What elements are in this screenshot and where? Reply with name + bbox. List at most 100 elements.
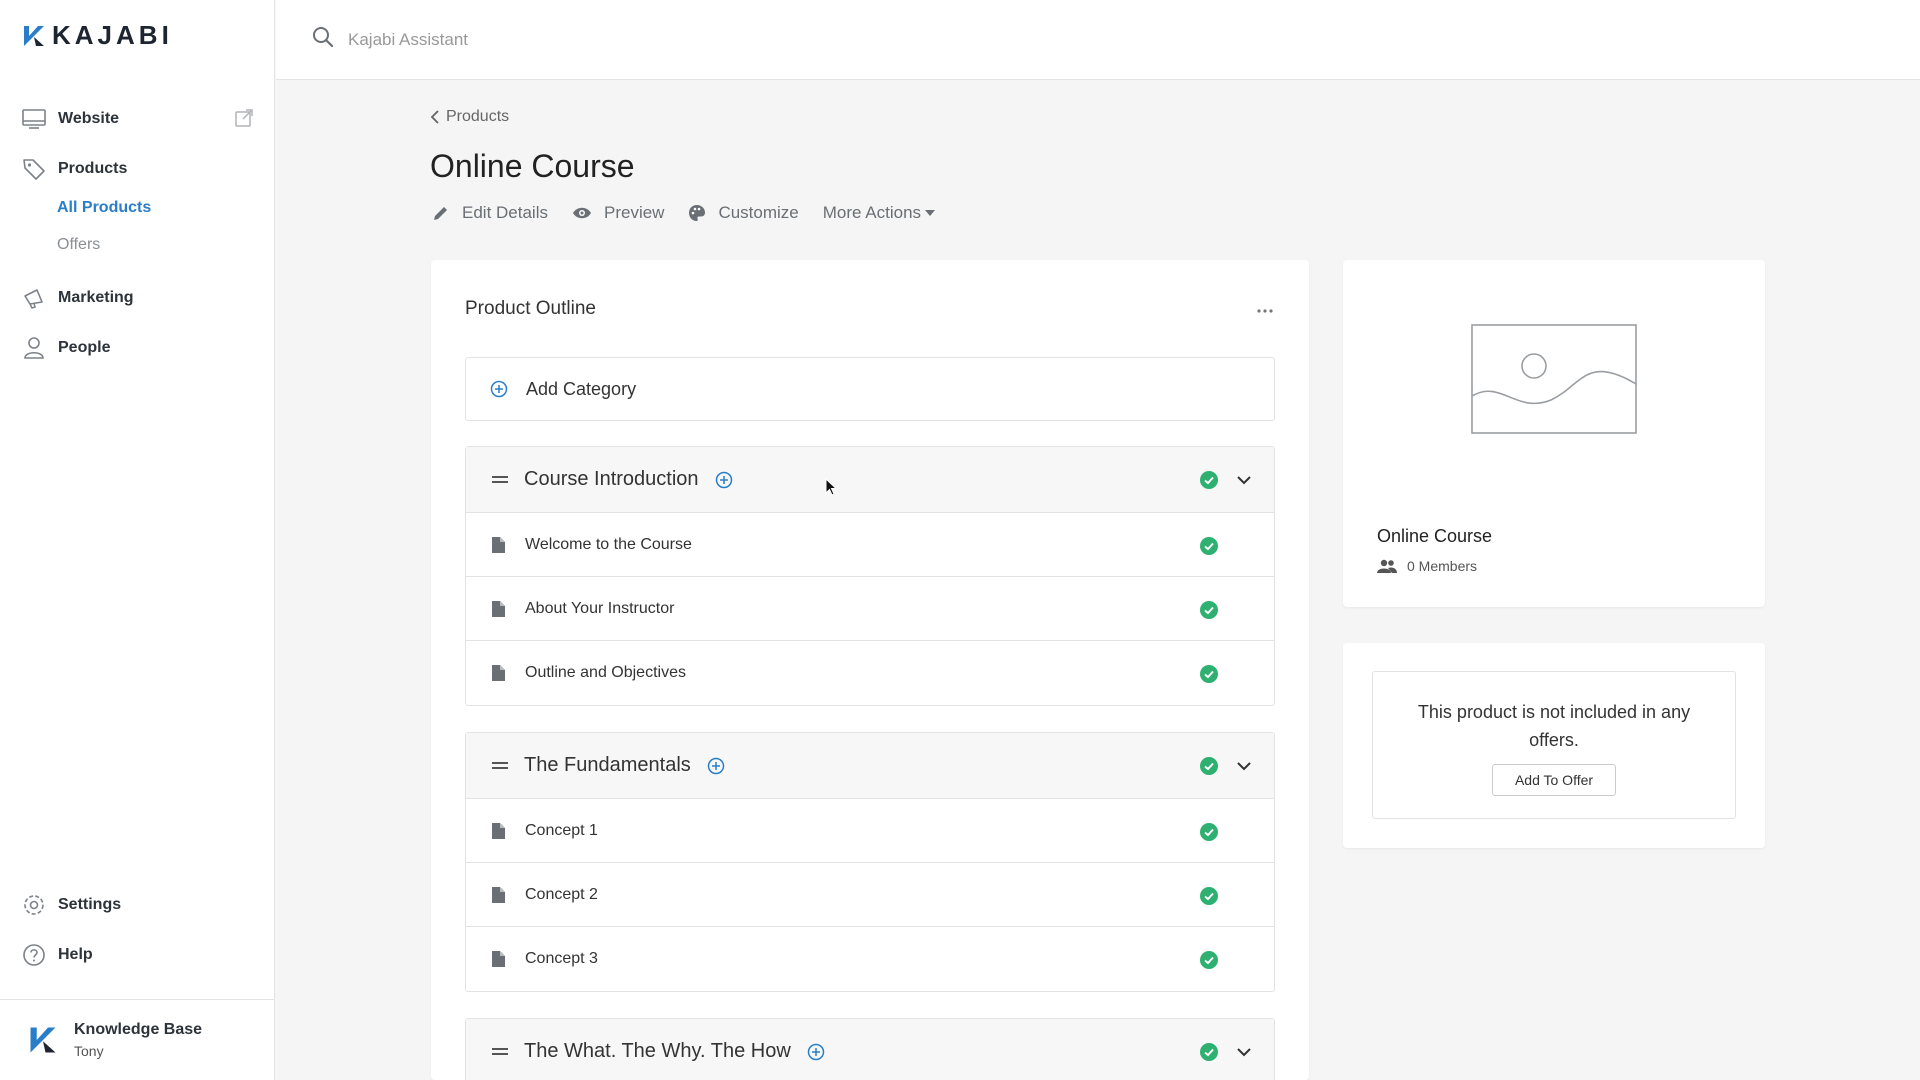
kajabi-k-icon <box>30 1027 56 1053</box>
category-header[interactable]: The Fundamentals <box>466 733 1274 799</box>
lesson-title: About Your Instructor <box>525 599 675 617</box>
palette-icon <box>688 204 706 222</box>
lesson-title: Concept 2 <box>525 885 598 903</box>
edit-details-label: Edit Details <box>462 203 548 222</box>
external-link-icon[interactable] <box>234 108 254 133</box>
sidebar-item-label: Marketing <box>58 289 134 306</box>
page-title: Online Course <box>430 148 635 184</box>
category-course-introduction: Course Introduction Welcome to the Cours… <box>465 446 1275 706</box>
sidebar-item-marketing[interactable]: Marketing <box>22 283 254 313</box>
add-post-icon[interactable] <box>807 1043 825 1061</box>
sidebar-item-label: Products <box>58 160 128 177</box>
add-post-icon[interactable] <box>715 471 733 489</box>
lesson-row[interactable]: Concept 3 <box>466 927 1274 991</box>
knowledge-base-footer[interactable]: Knowledge Base Tony <box>0 999 275 1080</box>
image-placeholder-icon[interactable] <box>1471 324 1637 439</box>
brand-name: KAJABI <box>52 20 173 50</box>
chevron-down-icon[interactable] <box>1236 472 1252 490</box>
offers-card: This product is not included in any offe… <box>1343 643 1765 848</box>
published-check-icon <box>1200 665 1218 688</box>
gear-icon <box>22 893 46 917</box>
offers-empty-state: This product is not included in any offe… <box>1372 671 1736 819</box>
lesson-row[interactable]: About Your Instructor <box>466 577 1274 641</box>
more-actions-dropdown[interactable]: More Actions <box>823 203 936 223</box>
preview-button[interactable]: Preview <box>572 203 664 223</box>
published-check-icon <box>1200 601 1218 624</box>
add-category-button[interactable]: Add Category <box>465 357 1275 421</box>
published-check-icon <box>1200 823 1218 846</box>
add-post-icon[interactable] <box>707 757 725 775</box>
sidebar-item-label: Settings <box>58 896 122 913</box>
document-icon <box>492 600 505 617</box>
product-title: Online Course <box>1377 526 1493 546</box>
user-name: Tony <box>74 1043 104 1059</box>
category-the-what-the-why-the-how: The What. The Why. The How <box>465 1018 1275 1080</box>
category-title: The Fundamentals <box>524 754 691 776</box>
outline-title: Product Outline <box>465 298 596 319</box>
sidebar-item-people[interactable]: People <box>22 333 254 363</box>
customize-label: Customize <box>718 203 799 222</box>
sidebar-item-products[interactable]: Products <box>22 154 254 184</box>
drag-handle-icon[interactable] <box>492 475 508 484</box>
chevron-left-icon <box>430 110 439 124</box>
lesson-title: Concept 1 <box>525 821 598 839</box>
published-check-icon <box>1200 1043 1218 1066</box>
published-check-icon <box>1200 951 1218 974</box>
chevron-down-icon[interactable] <box>1236 758 1252 776</box>
pencil-icon <box>432 204 450 222</box>
category-the-fundamentals: The Fundamentals Concept 1 Concept 2 Con… <box>465 732 1275 992</box>
caret-down-icon <box>925 210 936 216</box>
drag-handle-icon[interactable] <box>492 761 508 770</box>
edit-details-button[interactable]: Edit Details <box>432 203 548 223</box>
lesson-row[interactable]: Concept 1 <box>466 799 1274 863</box>
published-check-icon <box>1200 757 1218 780</box>
breadcrumb-label: Products <box>446 108 510 125</box>
lesson-row[interactable]: Concept 2 <box>466 863 1274 927</box>
sidebar-subitem-all-products[interactable]: All Products <box>57 199 151 217</box>
document-icon <box>492 822 505 839</box>
knowledge-base-title: Knowledge Base <box>74 1021 203 1038</box>
document-icon <box>492 951 505 967</box>
offers-message: This product is not included in any offe… <box>1417 702 1691 750</box>
help-icon <box>22 943 46 967</box>
search-input[interactable] <box>348 29 948 50</box>
sidebar-item-settings[interactable]: Settings <box>22 890 254 920</box>
customize-button[interactable]: Customize <box>688 203 799 223</box>
category-header[interactable]: Course Introduction <box>466 447 1274 513</box>
topbar <box>276 0 1920 80</box>
sidebar-item-label: Help <box>58 946 93 963</box>
drag-handle-icon[interactable] <box>492 1047 508 1056</box>
lesson-row[interactable]: Welcome to the Course <box>466 513 1274 577</box>
category-header[interactable]: The What. The Why. The How <box>466 1019 1274 1080</box>
sidebar-item-label: People <box>58 339 111 356</box>
lesson-row[interactable]: Outline and Objectives <box>466 641 1274 705</box>
monitor-icon <box>22 107 46 131</box>
sidebar-item-help[interactable]: Help <box>22 940 254 970</box>
published-check-icon <box>1200 537 1218 560</box>
published-check-icon <box>1200 471 1218 494</box>
sidebar-subitem-offers[interactable]: Offers <box>57 236 100 254</box>
product-summary-card: Online Course 0 Members <box>1343 260 1765 607</box>
add-category-label: Add Category <box>526 378 637 399</box>
lesson-title: Welcome to the Course <box>525 535 692 553</box>
product-actions: Edit Details Preview Customize More Acti… <box>432 203 959 223</box>
breadcrumb[interactable]: Products <box>430 108 509 126</box>
eye-icon <box>572 206 592 220</box>
add-to-offer-button[interactable]: Add To Offer <box>1491 764 1617 796</box>
chevron-down-icon[interactable] <box>1236 1044 1252 1062</box>
category-title: The What. The Why. The How <box>524 1040 791 1062</box>
sidebar-item-website[interactable]: Website <box>22 104 254 134</box>
mouse-cursor-icon <box>825 477 838 501</box>
kajabi-k-icon <box>24 25 44 46</box>
product-outline-card: Product Outline Add Category Course Intr… <box>431 260 1309 1080</box>
sidebar-item-label: Website <box>58 110 120 127</box>
kajabi-logo[interactable]: KAJABI <box>22 20 173 51</box>
person-icon <box>22 336 46 360</box>
plus-circle-icon <box>490 380 508 398</box>
members-count: 0 Members <box>1377 558 1477 574</box>
document-icon <box>492 536 505 553</box>
document-icon <box>492 886 505 903</box>
lesson-title: Concept 3 <box>525 950 598 967</box>
more-options-icon[interactable] <box>1257 300 1273 318</box>
preview-label: Preview <box>603 203 665 222</box>
